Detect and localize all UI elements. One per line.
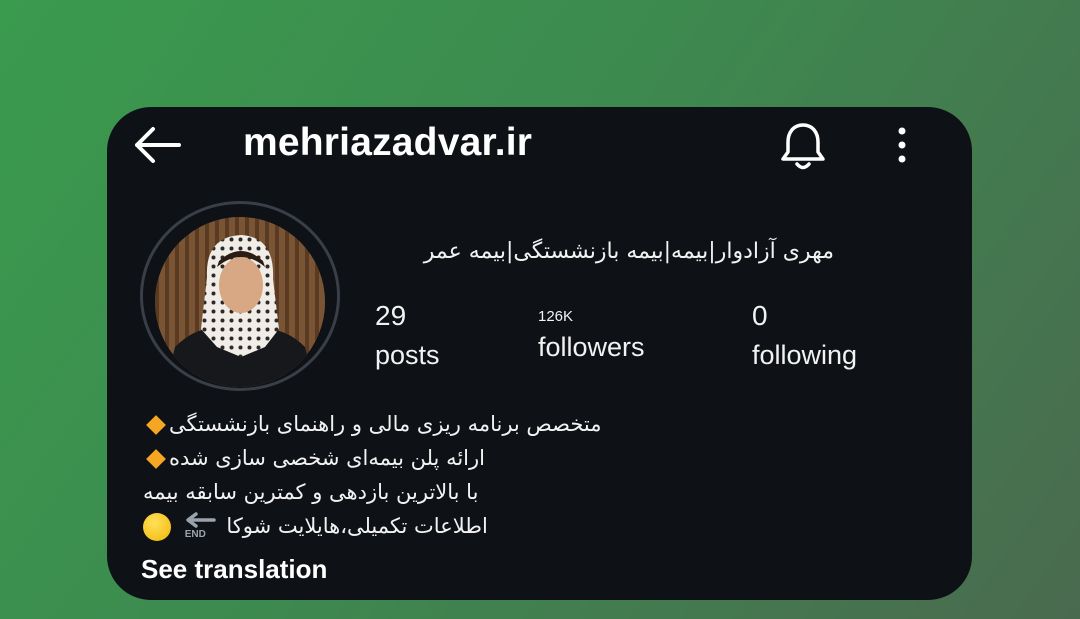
bio-text-3: با بالاترین بازدهی و کمترین سابقه بیمه	[143, 480, 479, 504]
bio-line-1: متخصص برنامه ریزی مالی و راهنمای بازنشست…	[143, 407, 703, 441]
bio-line-4: اطلاعات تکمیلی،هایلایت شوکا END	[143, 509, 703, 543]
yellow-circle-emoji-icon	[143, 513, 171, 541]
followers-stat[interactable]: 126K followers	[538, 307, 645, 363]
diamond-emoji-icon	[146, 449, 166, 469]
bio-line-3: با بالاترین بازدهی و کمترین سابقه بیمه	[143, 475, 703, 509]
avatar[interactable]	[155, 217, 325, 387]
arrow-left-icon[interactable]	[131, 123, 183, 167]
bio-text-4: اطلاعات تکمیلی،هایلایت شوکا	[226, 514, 488, 538]
see-translation-button[interactable]: See translation	[141, 551, 327, 587]
end-arrow-icon: END	[182, 512, 216, 542]
following-count: 0	[752, 300, 768, 331]
followers-label: followers	[538, 332, 645, 362]
bio-text-1: متخصص برنامه ریزی مالی و راهنمای بازنشست…	[169, 412, 602, 436]
bio: متخصص برنامه ریزی مالی و راهنمای بازنشست…	[143, 407, 703, 543]
bell-icon[interactable]	[779, 121, 827, 173]
following-stat[interactable]: 0 following	[752, 299, 857, 371]
end-badge-text: END	[184, 529, 206, 540]
followers-count: 126K	[538, 308, 574, 325]
profile-display-name: مهری آزادوار|بیمه|بیمه بازنشستگی|بیمه عم…	[423, 239, 834, 264]
posts-count: 29	[375, 300, 407, 331]
profile-username: mehriazadvar.ir	[243, 121, 533, 164]
more-vertical-icon[interactable]	[889, 123, 915, 167]
posts-stat[interactable]: 29 posts	[375, 299, 440, 371]
bio-text-2: ارائه پلن بیمه‌ای شخصی سازی شده	[169, 446, 485, 470]
diamond-emoji-icon	[146, 415, 166, 435]
profile-card: mehriazadvar.ir مهری آزادوار|بیمه|بیمه ب…	[107, 107, 972, 600]
posts-label: posts	[375, 340, 440, 370]
following-label: following	[752, 340, 858, 370]
bio-line-2: ارائه پلن بیمه‌ای شخصی سازی شده	[143, 441, 703, 475]
